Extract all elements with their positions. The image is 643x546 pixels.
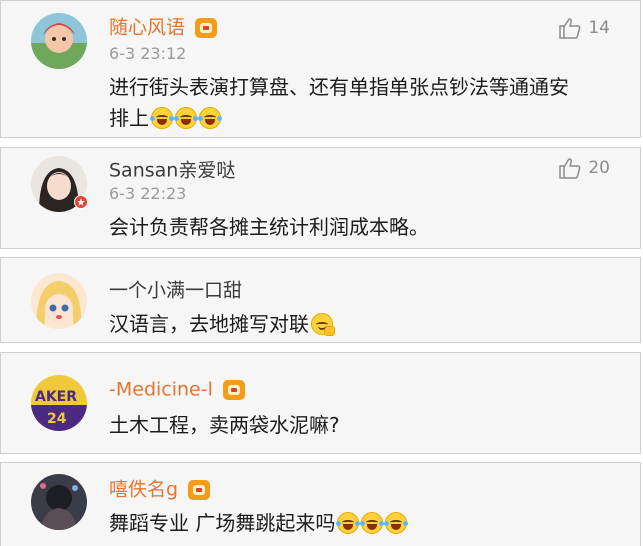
avatar-image <box>31 474 87 530</box>
username[interactable]: 随心风语 <box>109 16 218 39</box>
like-button[interactable]: 14 <box>558 17 610 39</box>
laugh-cry-emoji <box>198 107 222 129</box>
thumbs-up-icon <box>559 158 581 179</box>
smirk-emoji <box>311 313 335 336</box>
username-text: Sansan亲爱哒 <box>109 159 236 182</box>
comment-text-line: 土木工程，卖两袋水泥嘛? <box>109 413 340 437</box>
laugh-cry-emoji <box>360 512 385 534</box>
comment-text-line: 汉语言，去地摊写对联 <box>109 311 335 337</box>
avatar[interactable] <box>31 474 87 530</box>
vip-crown-icon <box>195 17 218 38</box>
laugh-cry-emoji <box>384 512 409 534</box>
comment-time: 6-3 22:23 <box>109 184 187 203</box>
comment-card: Sansan亲爱哒 6-3 22:23 20 会计负责帮各摊主统计利润成本略。 <box>0 147 641 249</box>
like-count: 14 <box>588 18 610 38</box>
avatar-image: AKER 24 <box>31 375 87 431</box>
thumbs-up-icon <box>559 18 581 39</box>
svg-text:AKER: AKER <box>35 389 77 405</box>
username-text: 随心风语 <box>109 16 186 39</box>
avatar[interactable] <box>31 273 87 329</box>
comment-text-line: 排上 <box>109 105 222 131</box>
comment-text-line: 进行街头表演打算盘、还有单指单张点钞法等通通安 <box>109 75 569 99</box>
avatar[interactable]: AKER 24 <box>31 375 87 431</box>
comment-card: AKER 24 -Medicine-l 土木工程，卖两袋水泥嘛? <box>0 352 641 454</box>
avatar-image <box>31 13 87 69</box>
username-text: 一个小满一口甜 <box>109 279 243 302</box>
laugh-cry-emoji <box>174 107 198 129</box>
comment-text-line: 会计负责帮各摊主统计利润成本略。 <box>109 215 429 239</box>
username[interactable]: 嘻佚名g <box>109 478 211 501</box>
comment-text-line: 舞蹈专业 广场舞跳起来吗 <box>109 510 409 536</box>
username-text: 嘻佚名g <box>109 478 179 501</box>
username[interactable]: Sansan亲爱哒 <box>109 159 235 182</box>
avatar-image <box>31 273 87 329</box>
username[interactable]: 一个小满一口甜 <box>109 279 242 302</box>
comment-card: 一个小满一口甜 汉语言，去地摊写对联 <box>0 257 641 343</box>
avatar[interactable] <box>31 13 87 69</box>
comment-card: 随心风语 6-3 23:12 14 进行街头表演打算盘、还有单指单张点钞法等通通… <box>0 0 641 138</box>
laugh-cry-emoji <box>336 512 361 534</box>
laugh-cry-emoji <box>150 107 174 129</box>
like-button[interactable]: 20 <box>558 157 610 179</box>
username-text: -Medicine-l <box>109 378 213 401</box>
like-count: 20 <box>588 158 610 178</box>
verified-badge-icon <box>74 195 88 209</box>
comment-card: 嘻佚名g 舞蹈专业 广场舞跳起来吗 <box>0 462 641 546</box>
username[interactable]: -Medicine-l <box>109 378 245 401</box>
vip-crown-icon <box>222 379 245 400</box>
comment-time: 6-3 23:12 <box>109 44 187 63</box>
comment-list: 随心风语 6-3 23:12 14 进行街头表演打算盘、还有单指单张点钞法等通通… <box>0 0 643 546</box>
vip-crown-icon <box>188 479 211 500</box>
svg-text:24: 24 <box>47 411 67 427</box>
